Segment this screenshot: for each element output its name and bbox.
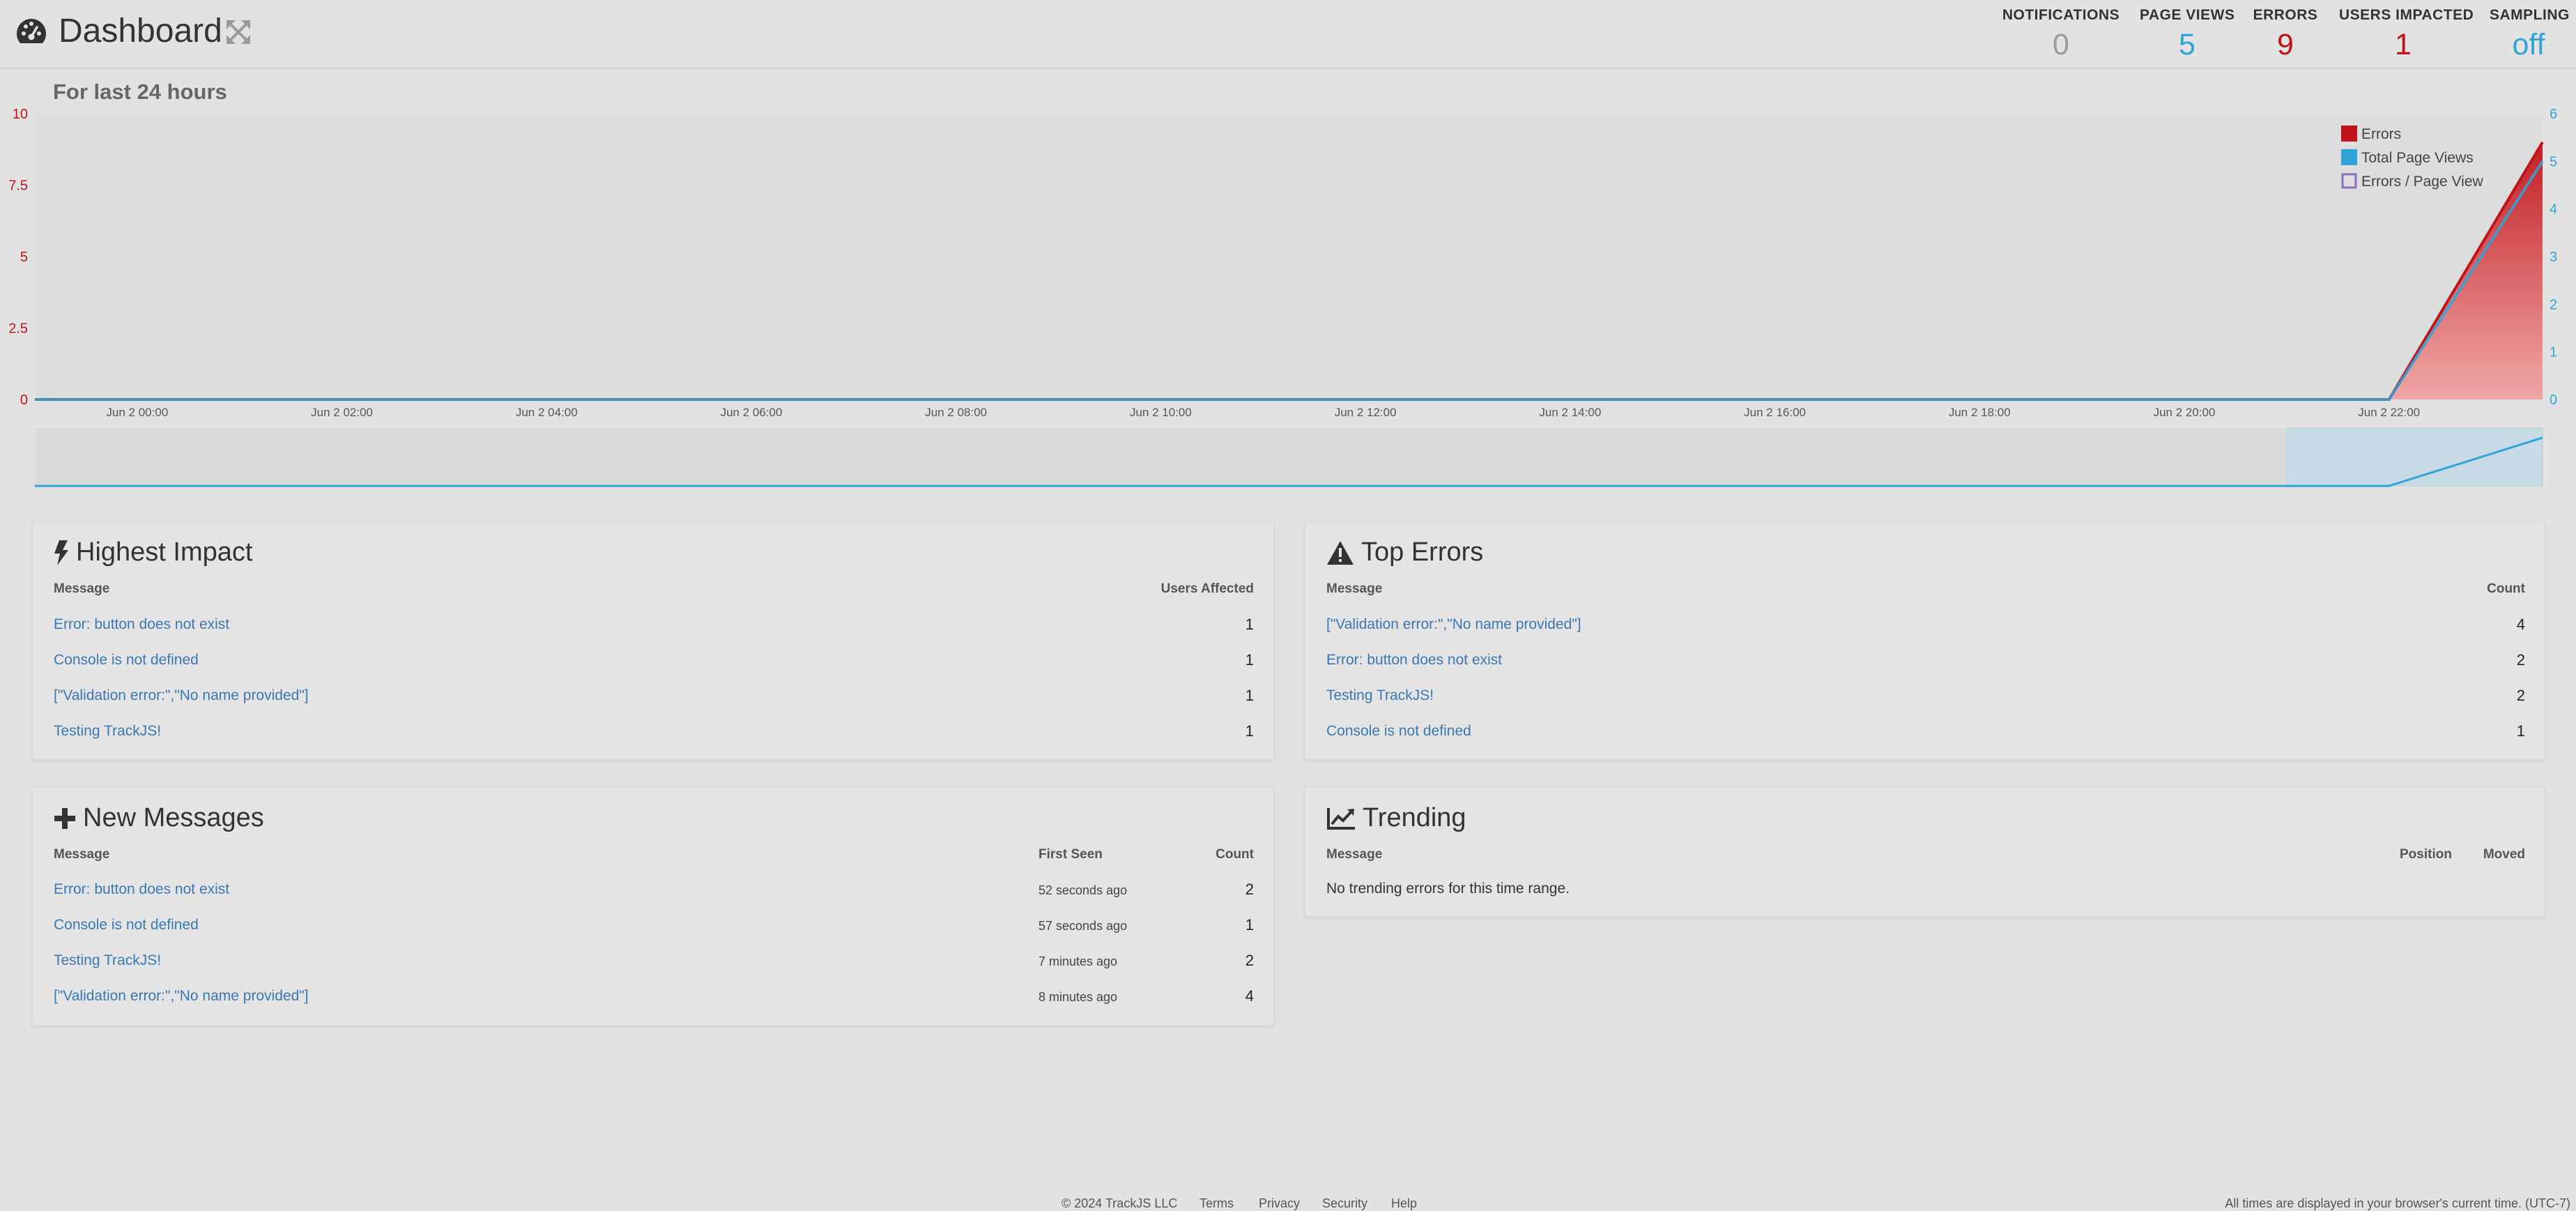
top-errors-panel: Top Errors Message Count ["Validation er… [1305,521,2545,760]
y-axis-right-tick-label: 5 [2550,154,2557,169]
column-header-message: Message [54,847,110,862]
panel-title: Trending [1326,803,1466,833]
panel-title-text: Highest Impact [76,538,253,567]
x-axis-tick-label: Jun 2 14:00 [1539,406,1601,419]
column-header-count: Count [1216,847,1254,862]
panel-title-text: New Messages [83,803,264,832]
count-value: 1 [2516,722,2525,740]
x-axis-tick-label: Jun 2 08:00 [925,406,987,419]
users-affected-value: 1 [1245,687,1254,704]
column-header-moved: Moved [2483,847,2525,862]
message-link[interactable]: Testing TrackJS! [54,723,161,740]
column-header-users-affected: Users Affected [1160,581,1254,596]
y-axis-left-tick-label: 10 [13,107,28,122]
trending-empty-message: No trending errors for this time range. [1326,881,1570,897]
message-link[interactable]: Error: button does not exist [54,881,229,898]
message-link[interactable]: ["Validation error:","No name provided"] [1326,616,1581,633]
trending-chart-icon [1327,807,1355,830]
y-axis-right-tick-label: 6 [2550,107,2557,122]
x-axis-tick-label: Jun 2 16:00 [1744,406,1806,419]
footer-link-privacy[interactable]: Privacy [1259,1196,1300,1211]
panel-title-text: Trending [1363,803,1466,832]
message-link[interactable]: Error: button does not exist [54,616,229,633]
footer-timezone-note: All times are displayed in your browser'… [2225,1196,2570,1210]
panel-title-text: Top Errors [1361,538,1484,567]
x-axis-tick-label: Jun 2 20:00 [2154,406,2216,419]
navigator-series-line [35,436,2543,487]
x-axis-tick-label: Jun 2 10:00 [1130,406,1192,419]
users-affected-value: 1 [1245,616,1254,633]
y-axis-right-tick-label: 3 [2550,250,2557,265]
plus-icon [54,807,75,829]
column-header-message: Message [1326,581,1383,596]
y-axis-left-tick-label: 5 [20,250,28,265]
users-affected-value: 1 [1245,651,1254,669]
count-value: 4 [2516,616,2525,633]
column-header-count: Count [2487,581,2525,596]
message-link[interactable]: Testing TrackJS! [1326,687,1434,704]
highest-impact-panel: Highest Impact Message Users Affected Er… [32,521,1274,760]
column-header-message: Message [54,581,110,596]
y-axis-left-tick-label: 2.5 [8,321,28,337]
panel-title: Highest Impact [54,538,252,568]
message-link[interactable]: Console is not defined [54,917,199,934]
y-axis-left-tick-label: 0 [20,393,28,408]
message-link[interactable]: ["Validation error:","No name provided"] [54,687,309,704]
first-seen-value: 8 minutes ago [1038,990,1118,1004]
y-axis-right-tick-label: 2 [2550,297,2557,312]
errors-pageviews-chart[interactable]: 0 2.5 5 7.5 10 0 1 2 3 4 5 6 Jun 2 00:00 Jun 2 02:00 J… [0,0,2576,432]
users-affected-value: 1 [1245,722,1254,740]
y-axis-right-tick-label: 4 [2550,202,2557,218]
column-header-position: Position [2400,847,2452,862]
trending-panel: Trending Message Position Moved No trend… [1305,787,2545,917]
x-axis-tick-label: Jun 2 22:00 [2358,406,2420,419]
message-link[interactable]: Testing TrackJS! [54,952,161,969]
x-axis-tick-label: Jun 2 06:00 [721,406,783,419]
count-value: 4 [1245,987,1254,1005]
lightning-bolt-icon [54,540,68,565]
x-axis-tick-label: Jun 2 00:00 [106,406,168,419]
message-link[interactable]: ["Validation error:","No name provided"] [54,988,309,1005]
count-value: 2 [1245,881,1254,898]
first-seen-value: 7 minutes ago [1038,954,1118,968]
footer-link-help[interactable]: Help [1391,1196,1417,1211]
navigator-selection [2286,427,2543,487]
count-value: 2 [2516,651,2525,669]
x-axis-tick-label: Jun 2 04:00 [516,406,578,419]
count-value: 1 [1245,916,1254,934]
message-link[interactable]: Error: button does not exist [1326,652,1502,669]
footer: © 2024 TrackJS LLC Terms Privacy Securit… [0,1189,2576,1210]
chart-plot-area [35,114,2543,399]
legend-swatch [2341,125,2357,142]
footer-link-terms[interactable]: Terms [1199,1196,1234,1211]
x-axis-tick-label: Jun 2 18:00 [1949,406,2011,419]
footer-link-security[interactable]: Security [1322,1196,1367,1211]
warning-triangle-icon [1327,540,1354,565]
message-link[interactable]: Console is not defined [1326,723,1471,740]
footer-copyright: © 2024 TrackJS LLC [1061,1196,1178,1210]
count-value: 2 [1245,952,1254,969]
column-header-message: Message [1326,847,1383,862]
first-seen-value: 57 seconds ago [1038,919,1128,933]
legend-swatch [2341,149,2357,165]
legend-label: Errors / Page View [2361,174,2484,190]
new-messages-panel: New Messages Message First Seen Count Er… [32,787,1274,1026]
y-axis-right-tick-label: 1 [2550,345,2557,360]
message-link[interactable]: Console is not defined [54,652,199,669]
panel-title: Top Errors [1326,538,1483,568]
column-header-first-seen: First Seen [1038,847,1103,862]
first-seen-value: 52 seconds ago [1038,883,1128,897]
count-value: 2 [2516,687,2525,704]
legend-label: Total Page Views [2361,150,2474,166]
navigator-background [35,428,2543,486]
x-axis-tick-label: Jun 2 02:00 [311,406,373,419]
panel-title: New Messages [54,803,264,833]
y-axis-left-tick-label: 7.5 [8,178,28,194]
x-axis-tick-label: Jun 2 12:00 [1335,406,1397,419]
legend-label: Errors [2361,126,2401,142]
y-axis-right-tick-label: 0 [2550,393,2557,408]
